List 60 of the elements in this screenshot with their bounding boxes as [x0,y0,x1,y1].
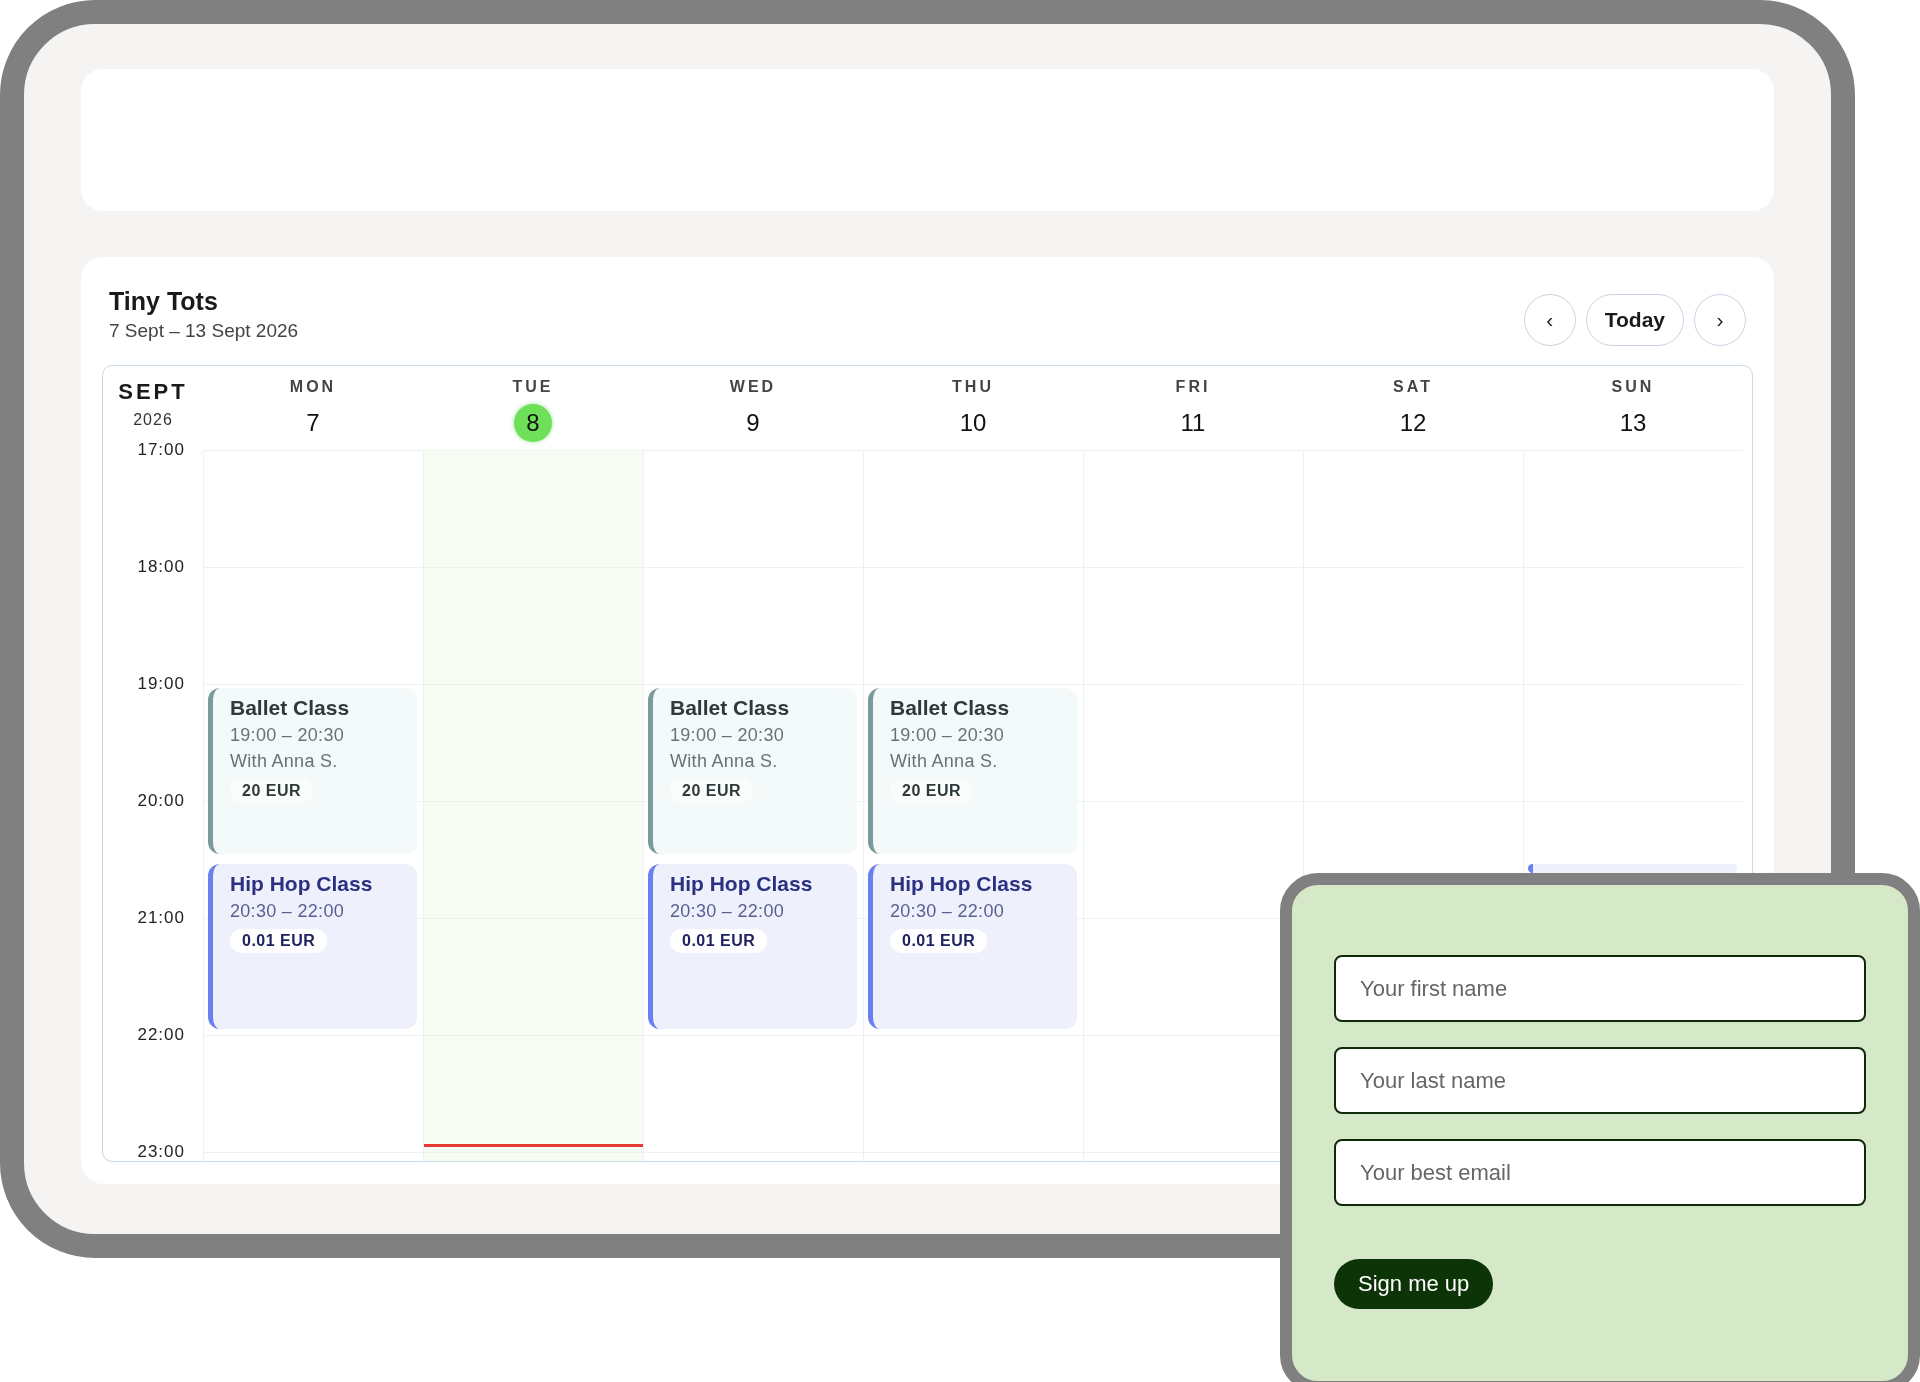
weekday-label: SAT [1393,378,1433,396]
weekday-label: WED [729,378,777,396]
event-title: Ballet Class [890,696,1011,720]
event-time: 19:00 – 20:30 [230,725,345,746]
date-number[interactable]: 13 [1614,404,1652,442]
today-date-badge[interactable]: 8 [514,404,552,442]
event-time: 19:00 – 20:30 [890,725,1005,746]
price-tag: 0.01 EUR [230,928,328,953]
event-title: Ballet Class [230,696,351,720]
date-number[interactable]: 7 [294,404,332,442]
previous-button[interactable]: ‹ [1523,294,1576,346]
event-title: Hip Hop Class [230,871,374,896]
hour-label: 22:00 [137,1025,185,1044]
calendar-title: Tiny Tots [109,287,219,316]
date-number[interactable]: 9 [734,404,772,442]
date-number[interactable]: 12 [1394,404,1432,442]
signup-button[interactable]: Sign me up [1334,1259,1494,1309]
hour-label: 18:00 [137,557,185,576]
date-number[interactable]: 10 [954,404,992,442]
hour-label: 17:00 [137,440,185,459]
event-card[interactable] [1528,863,1737,873]
price-tag: 20 EUR [670,779,754,803]
price-tag: 0.01 EUR [890,928,988,953]
weekday-label: SUN [1611,378,1655,396]
hour-label: 23:00 [137,1142,185,1161]
event-card[interactable]: Ballet Class 19:00 – 20:30 With Anna S. 20 EUR [648,688,857,854]
weekday-label: TUE [512,378,554,396]
event-time: 19:00 – 20:30 [670,725,785,746]
input-field[interactable]: Your last name [1334,1047,1866,1114]
event-card[interactable]: Hip Hop Class 20:30 – 22:00 0.01 EUR [208,863,417,1029]
price-tag: 20 EUR [890,779,974,803]
event-teacher: With Anna S. [670,751,779,772]
event-title: Hip Hop Class [670,871,814,896]
date-range: 7 Sept – 13 Sept 2026 [109,320,299,342]
hour-label: 21:00 [137,908,185,927]
event-title: Hip Hop Class [890,871,1034,896]
hour-label: 20:00 [137,791,185,810]
year-label: 2026 [132,411,174,429]
today-button[interactable]: Today [1585,294,1684,346]
event-card[interactable]: Hip Hop Class 20:30 – 22:00 0.01 EUR [868,863,1077,1029]
event-card[interactable]: Ballet Class 19:00 – 20:30 With Anna S. 20 EUR [868,688,1077,854]
event-time: 20:30 – 22:00 [230,900,345,922]
weekday-label: FRI [1175,378,1211,396]
month-label: SEPT [117,379,189,405]
event-card[interactable]: Ballet Class 19:00 – 20:30 With Anna S. 20 EUR [208,688,417,854]
input-field[interactable]: Your best email [1334,1139,1866,1206]
event-card[interactable]: Hip Hop Class 20:30 – 22:00 0.01 EUR [648,863,857,1029]
next-button[interactable]: › [1694,294,1746,346]
input-field[interactable]: Your first name [1334,955,1866,1022]
event-teacher: With Anna S. [230,751,339,772]
event-time: 20:30 – 22:00 [890,900,1005,922]
event-teacher: With Anna S. [890,751,999,772]
price-tag: 0.01 EUR [670,928,768,953]
event-time: 20:30 – 22:00 [670,900,785,922]
weekday-label: THU [952,378,994,396]
weekday-label: MON [289,378,337,396]
event-title: Ballet Class [670,696,791,720]
date-number[interactable]: 11 [1174,404,1212,442]
price-tag: 20 EUR [230,779,314,803]
hour-label: 19:00 [137,674,185,693]
